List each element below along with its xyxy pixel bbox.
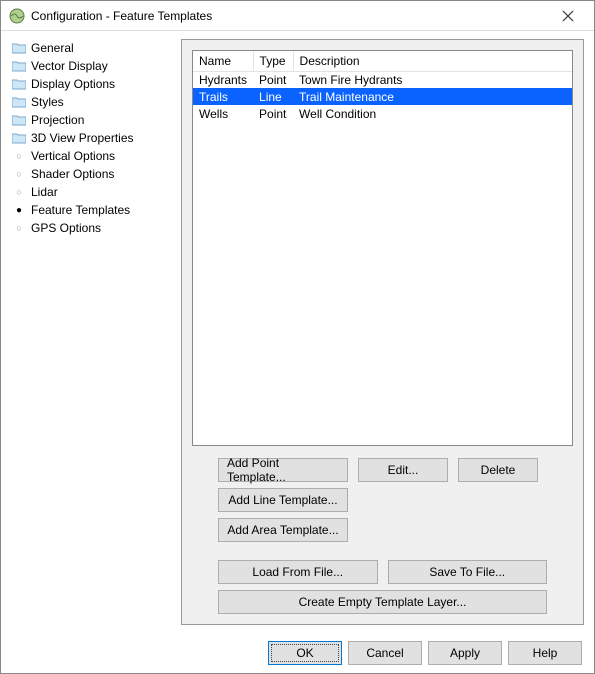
cell-description: Well Condition [293, 105, 572, 122]
titlebar: Configuration - Feature Templates [1, 1, 594, 31]
sidebar-item-label: Styles [31, 95, 64, 109]
add-point-template-button[interactable]: Add Point Template... [218, 458, 348, 482]
bullet-icon: ○ [11, 223, 27, 233]
sidebar-item-label: Vertical Options [31, 149, 115, 163]
col-header-type[interactable]: Type [253, 51, 293, 71]
cell-type: Point [253, 105, 293, 122]
sidebar-item-label: Display Options [31, 77, 115, 91]
cell-name: Wells [193, 105, 253, 122]
sidebar-item-label: Vector Display [31, 59, 108, 73]
folder-icon [11, 132, 27, 144]
sidebar-item-label: Projection [31, 113, 84, 127]
template-table[interactable]: Name Type Description HydrantsPointTown … [193, 51, 572, 122]
sidebar-item-projection[interactable]: Projection [9, 111, 173, 129]
sidebar-item-shader-options[interactable]: ○ Shader Options [9, 165, 173, 183]
template-buttons: Add Point Template... Edit... Delete Add… [192, 458, 573, 614]
content-panel: Name Type Description HydrantsPointTown … [181, 39, 584, 625]
cell-description: Trail Maintenance [293, 88, 572, 105]
sidebar-item-label: 3D View Properties [31, 131, 134, 145]
add-line-template-button[interactable]: Add Line Template... [218, 488, 348, 512]
dialog-footer: OK Cancel Apply Help [1, 633, 594, 673]
app-icon [9, 8, 25, 24]
sidebar-item-general[interactable]: General [9, 39, 173, 57]
sidebar-item-vertical-options[interactable]: ○ Vertical Options [9, 147, 173, 165]
sidebar: General Vector Display Display Options Styl… [1, 31, 177, 633]
cell-name: Hydrants [193, 71, 253, 88]
cell-type: Point [253, 71, 293, 88]
sidebar-item-display-options[interactable]: Display Options [9, 75, 173, 93]
sidebar-item-label: General [31, 41, 74, 55]
sidebar-item-label: GPS Options [31, 221, 101, 235]
create-empty-layer-button[interactable]: Create Empty Template Layer... [218, 590, 547, 614]
add-area-template-button[interactable]: Add Area Template... [218, 518, 348, 542]
config-window: Configuration - Feature Templates Genera… [0, 0, 595, 674]
bullet-icon: ○ [11, 187, 27, 197]
sidebar-item-label: Feature Templates [31, 203, 130, 217]
close-icon [562, 10, 574, 22]
col-header-description[interactable]: Description [293, 51, 572, 71]
apply-button[interactable]: Apply [428, 641, 502, 665]
sidebar-item-vector-display[interactable]: Vector Display [9, 57, 173, 75]
load-from-file-button[interactable]: Load From File... [218, 560, 378, 584]
cell-type: Line [253, 88, 293, 105]
sidebar-item-3d-view-properties[interactable]: 3D View Properties [9, 129, 173, 147]
save-to-file-button[interactable]: Save To File... [388, 560, 548, 584]
close-button[interactable] [548, 3, 588, 29]
table-row[interactable]: WellsPointWell Condition [193, 105, 572, 122]
cell-description: Town Fire Hydrants [293, 71, 572, 88]
folder-icon [11, 78, 27, 90]
cancel-button[interactable]: Cancel [348, 641, 422, 665]
table-row[interactable]: HydrantsPointTown Fire Hydrants [193, 71, 572, 88]
ok-button[interactable]: OK [268, 641, 342, 665]
sidebar-item-lidar[interactable]: ○ Lidar [9, 183, 173, 201]
folder-icon [11, 42, 27, 54]
bullet-icon: ○ [11, 151, 27, 161]
sidebar-item-label: Shader Options [31, 167, 114, 181]
edit-button[interactable]: Edit... [358, 458, 448, 482]
col-header-name[interactable]: Name [193, 51, 253, 71]
help-button[interactable]: Help [508, 641, 582, 665]
sidebar-item-styles[interactable]: Styles [9, 93, 173, 111]
template-table-wrap: Name Type Description HydrantsPointTown … [192, 50, 573, 446]
sidebar-item-label: Lidar [31, 185, 58, 199]
sidebar-item-gps-options[interactable]: ○ GPS Options [9, 219, 173, 237]
dialog-body: General Vector Display Display Options Styl… [1, 31, 594, 633]
bullet-icon: ● [11, 205, 27, 216]
folder-icon [11, 96, 27, 108]
bullet-icon: ○ [11, 169, 27, 179]
folder-icon [11, 114, 27, 126]
delete-button[interactable]: Delete [458, 458, 538, 482]
sidebar-item-feature-templates[interactable]: ● Feature Templates [9, 201, 173, 219]
folder-icon [11, 60, 27, 72]
table-row[interactable]: TrailsLineTrail Maintenance [193, 88, 572, 105]
window-title: Configuration - Feature Templates [31, 9, 548, 23]
cell-name: Trails [193, 88, 253, 105]
